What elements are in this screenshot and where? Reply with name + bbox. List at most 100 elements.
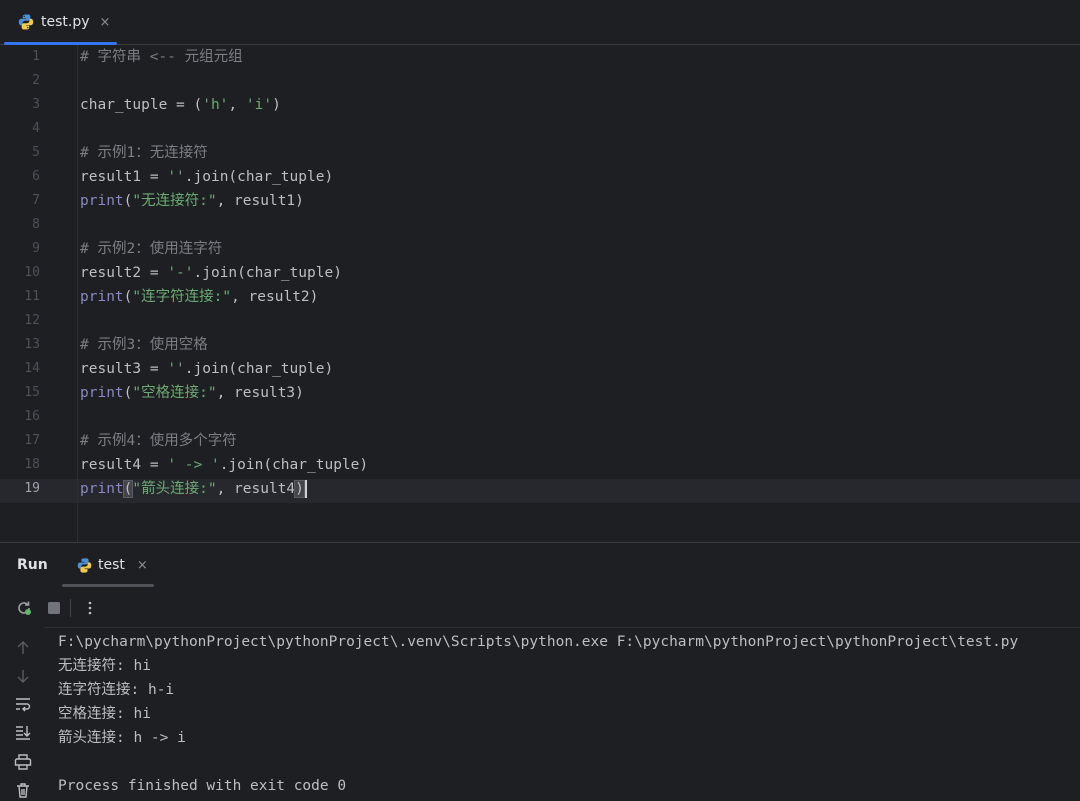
line-number: 1 — [32, 49, 40, 64]
line-number: 10 — [24, 265, 40, 280]
run-title: Run — [17, 557, 48, 573]
code-line[interactable]: print("空格连接:", result3) — [80, 381, 304, 405]
line-number: 9 — [32, 241, 40, 256]
scroll-to-end-icon[interactable] — [12, 721, 34, 743]
line-number: 18 — [24, 457, 40, 472]
code-line[interactable]: # 字符串 <-- 元组元组 — [80, 45, 243, 69]
code-token: "空格连接:" — [132, 385, 217, 401]
print-icon[interactable] — [12, 751, 34, 773]
code-editor[interactable]: 1 2 3 4 5 6 7 8 9 10 11 12 13 14 15 16 17 18 19 # 字符串 <-- … — [0, 45, 1080, 542]
code-token: ' -> ' — [167, 457, 220, 473]
line-number: 16 — [24, 409, 40, 424]
trash-icon[interactable] — [12, 779, 34, 801]
code-token: , result4 — [216, 481, 296, 497]
code-token: char_tuple = ( — [80, 97, 203, 113]
code-token: '-' — [167, 265, 194, 281]
text-caret — [304, 480, 307, 498]
code-line[interactable]: result3 = ''.join(char_tuple) — [80, 357, 333, 381]
code-token: .join(char_tuple) — [184, 169, 334, 185]
code-token: print — [80, 481, 124, 497]
code-token: 'i' — [245, 97, 273, 113]
console-line: Process finished with exit code 0 — [58, 778, 347, 794]
code-token: result4 = — [80, 457, 168, 473]
code-token: , result3) — [216, 385, 304, 401]
code-token: result1 = — [80, 169, 168, 185]
run-tool-window: Run test × F:\pycharm\pythonProject\pyth… — [0, 542, 1080, 798]
code-line[interactable]: # 示例1：无连接符 — [80, 141, 208, 165]
code-line[interactable]: print("无连接符:", result1) — [80, 189, 304, 213]
line-number: 7 — [32, 193, 40, 208]
close-tab-icon[interactable]: × — [100, 15, 111, 30]
line-number: 19 — [24, 481, 40, 496]
arrow-up-icon[interactable] — [12, 637, 34, 659]
code-line[interactable]: # 示例4：使用多个字符 — [80, 429, 237, 453]
console-output[interactable]: F:\pycharm\pythonProject\pythonProject\.… — [44, 627, 1080, 798]
code-token: result3 = — [80, 361, 168, 377]
code-line[interactable]: # 示例3：使用空格 — [80, 333, 208, 357]
code-token: # 示例4：使用多个字符 — [80, 433, 237, 449]
python-file-icon — [18, 14, 34, 30]
code-token: print — [80, 289, 124, 305]
line-number: 15 — [24, 385, 40, 400]
code-token: result2 = — [80, 265, 168, 281]
code-token: # 示例3：使用空格 — [80, 337, 208, 353]
editor-tab-test-py[interactable]: test.py × — [4, 0, 117, 45]
code-line[interactable]: result4 = ' -> '.join(char_tuple) — [80, 453, 368, 477]
line-number: 5 — [32, 145, 40, 160]
run-header: Run test × — [0, 543, 1080, 587]
line-number: 4 — [32, 121, 40, 136]
line-number: 17 — [24, 433, 40, 448]
code-token: "无连接符:" — [132, 193, 217, 209]
code-token: ) — [294, 480, 305, 498]
more-vertical-icon[interactable] — [79, 597, 101, 619]
code-token: , result1) — [216, 193, 304, 209]
line-number: 12 — [24, 313, 40, 328]
console-sidebar — [0, 627, 44, 798]
line-number: 14 — [24, 361, 40, 376]
stop-icon[interactable] — [43, 597, 65, 619]
line-number: 11 — [24, 289, 40, 304]
console-line: 空格连接: hi — [58, 706, 151, 722]
python-icon — [77, 557, 92, 573]
editor-tab-bar: test.py × — [0, 0, 1080, 45]
code-token: 'h' — [202, 97, 229, 113]
code-token: print — [80, 385, 124, 401]
line-number: 6 — [32, 169, 40, 184]
code-token: ) — [272, 97, 281, 113]
line-number-gutter: 1 2 3 4 5 6 7 8 9 10 11 12 13 14 15 16 17 18 19 — [0, 45, 78, 542]
code-token: '' — [167, 361, 185, 377]
code-line[interactable]: print("连字符连接:", result2) — [80, 285, 318, 309]
code-token: , result2) — [231, 289, 319, 305]
code-line[interactable]: result2 = '-'.join(char_tuple) — [80, 261, 342, 285]
run-tab-test[interactable]: test × — [62, 543, 154, 587]
code-token: "连字符连接:" — [132, 289, 232, 305]
line-number: 2 — [32, 73, 40, 88]
code-token: .join(char_tuple) — [219, 457, 369, 473]
arrow-down-icon[interactable] — [12, 665, 34, 687]
code-token: .join(char_tuple) — [184, 361, 334, 377]
console-line: 连字符连接: h-i — [58, 682, 175, 698]
code-token: "箭头连接:" — [132, 481, 217, 497]
code-line[interactable]: # 示例2：使用连字符 — [80, 237, 222, 261]
console-line: 箭头连接: h -> i — [58, 730, 186, 746]
line-number: 3 — [32, 97, 40, 112]
code-line[interactable]: print("箭头连接:", result4) — [80, 477, 307, 501]
close-run-tab-icon[interactable]: × — [137, 558, 148, 573]
console-line: 无连接符: hi — [58, 658, 151, 674]
run-tab-label: test — [98, 557, 125, 573]
line-number: 8 — [32, 217, 40, 232]
console-line: F:\pycharm\pythonProject\pythonProject\.… — [58, 634, 1019, 650]
code-token: # 示例1：无连接符 — [80, 145, 208, 161]
code-token: print — [80, 193, 124, 209]
line-number: 13 — [24, 337, 40, 352]
code-token: # 示例2：使用连字符 — [80, 241, 223, 257]
code-token: # 字符串 <-- 元组元组 — [80, 49, 243, 65]
code-line[interactable]: char_tuple = ('h', 'i') — [80, 93, 281, 117]
toolbar-separator — [70, 599, 71, 617]
code-token: .join(char_tuple) — [193, 265, 342, 281]
rerun-icon[interactable] — [13, 597, 35, 619]
code-line[interactable]: result1 = ''.join(char_tuple) — [80, 165, 333, 189]
code-token: , — [228, 97, 246, 113]
editor-tab-label: test.py — [41, 14, 90, 30]
soft-wrap-icon[interactable] — [12, 693, 34, 715]
